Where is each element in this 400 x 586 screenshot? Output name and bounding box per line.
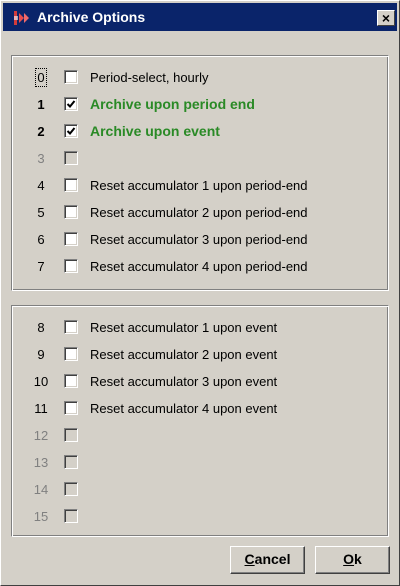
option-row[interactable]: 2 Archive upon event	[26, 122, 386, 142]
option-checkbox[interactable]	[64, 178, 78, 192]
option-row[interactable]: 0 Period-select, hourly	[26, 68, 386, 88]
archive-app-icon	[14, 11, 29, 25]
option-number-text: 14	[33, 482, 49, 497]
option-number-text: 0	[35, 68, 47, 87]
option-number-text: 4	[37, 178, 45, 193]
option-label[interactable]: Reset accumulator 4 upon period-end	[90, 259, 308, 274]
option-number-text: 3	[37, 151, 45, 166]
close-button[interactable]: ×	[377, 10, 395, 26]
ok-label: k	[354, 551, 362, 567]
option-number-text: 9	[37, 347, 45, 362]
option-checkbox[interactable]	[64, 374, 78, 388]
option-label[interactable]: Reset accumulator 1 upon event	[90, 320, 277, 335]
option-number: 15	[26, 509, 56, 524]
option-checkbox[interactable]	[64, 97, 78, 111]
option-row[interactable]: 8 Reset accumulator 1 upon event	[26, 318, 386, 338]
option-number-text: 1	[37, 97, 45, 112]
option-row[interactable]: 6 Reset accumulator 3 upon period-end	[26, 230, 386, 250]
option-number-text: 2	[37, 124, 45, 139]
option-row[interactable]: 11 Reset accumulator 4 upon event	[26, 399, 386, 419]
cancel-label: ancel	[254, 551, 291, 567]
option-number: 3	[26, 151, 56, 166]
option-checkbox[interactable]	[64, 232, 78, 246]
option-label[interactable]: Archive upon period end	[90, 96, 255, 112]
archive-options-dialog: Archive Options × 0 Period-select, hourly…	[0, 0, 400, 586]
option-label[interactable]: Reset accumulator 3 upon event	[90, 374, 277, 389]
check-icon	[66, 127, 76, 135]
option-row: 3	[26, 149, 386, 169]
option-label[interactable]: Reset accumulator 2 upon event	[90, 347, 277, 362]
option-checkbox[interactable]	[64, 401, 78, 415]
option-number: 14	[26, 482, 56, 497]
check-icon	[66, 100, 76, 108]
option-number-text: 8	[37, 320, 45, 335]
option-number: 4	[26, 178, 56, 193]
option-row[interactable]: 9 Reset accumulator 2 upon event	[26, 345, 386, 365]
option-checkbox[interactable]	[64, 205, 78, 219]
option-checkbox[interactable]	[64, 347, 78, 361]
option-row[interactable]: 10 Reset accumulator 3 upon event	[26, 372, 386, 392]
option-row: 13	[26, 453, 386, 473]
option-checkbox[interactable]	[64, 124, 78, 138]
option-label[interactable]: Reset accumulator 3 upon period-end	[90, 232, 308, 247]
option-number-text: 10	[33, 374, 49, 389]
option-checkbox	[64, 455, 78, 469]
option-number: 10	[26, 374, 56, 389]
dialog-title: Archive Options	[37, 9, 146, 25]
option-checkbox	[64, 482, 78, 496]
close-icon: ×	[381, 10, 391, 26]
option-number: 0	[26, 68, 56, 87]
title-bar[interactable]: Archive Options ×	[3, 3, 397, 31]
option-checkbox	[64, 151, 78, 165]
option-number: 8	[26, 320, 56, 335]
option-number-text: 5	[37, 205, 45, 220]
option-row[interactable]: 1 Archive upon period end	[26, 95, 386, 115]
option-row: 12	[26, 426, 386, 446]
option-number: 9	[26, 347, 56, 362]
option-number: 12	[26, 428, 56, 443]
option-number-text: 13	[33, 455, 49, 470]
option-checkbox[interactable]	[64, 259, 78, 273]
period-options-group: 0 Period-select, hourly 1 Archive upon peri…	[11, 55, 389, 291]
option-checkbox[interactable]	[64, 70, 78, 84]
ok-button[interactable]: Ok	[315, 546, 390, 574]
option-row: 15	[26, 507, 386, 527]
option-label[interactable]: Archive upon event	[90, 123, 220, 139]
event-options-group: 8 Reset accumulator 1 upon event 9 Reset ac…	[11, 305, 389, 537]
option-label[interactable]: Reset accumulator 4 upon event	[90, 401, 277, 416]
option-number: 6	[26, 232, 56, 247]
option-row[interactable]: 4 Reset accumulator 1 upon period-end	[26, 176, 386, 196]
option-label[interactable]: Period-select, hourly	[90, 70, 209, 85]
option-row[interactable]: 7 Reset accumulator 4 upon period-end	[26, 257, 386, 277]
option-number: 13	[26, 455, 56, 470]
ok-mnemonic: O	[343, 551, 355, 567]
option-number: 7	[26, 259, 56, 274]
option-number-text: 6	[37, 232, 45, 247]
option-checkbox	[64, 428, 78, 442]
option-number-text: 7	[37, 259, 45, 274]
option-number-text: 11	[34, 401, 48, 416]
option-label[interactable]: Reset accumulator 2 upon period-end	[90, 205, 308, 220]
option-checkbox	[64, 509, 78, 523]
option-number: 11	[26, 401, 56, 416]
cancel-button[interactable]: Cancel	[230, 546, 305, 574]
option-row: 14	[26, 480, 386, 500]
option-number: 2	[26, 124, 56, 139]
option-number-text: 15	[33, 509, 49, 524]
option-number: 1	[26, 97, 56, 112]
cancel-mnemonic: C	[244, 551, 255, 567]
option-checkbox[interactable]	[64, 320, 78, 334]
option-number-text: 12	[33, 428, 49, 443]
option-label[interactable]: Reset accumulator 1 upon period-end	[90, 178, 308, 193]
option-row[interactable]: 5 Reset accumulator 2 upon period-end	[26, 203, 386, 223]
option-number: 5	[26, 205, 56, 220]
